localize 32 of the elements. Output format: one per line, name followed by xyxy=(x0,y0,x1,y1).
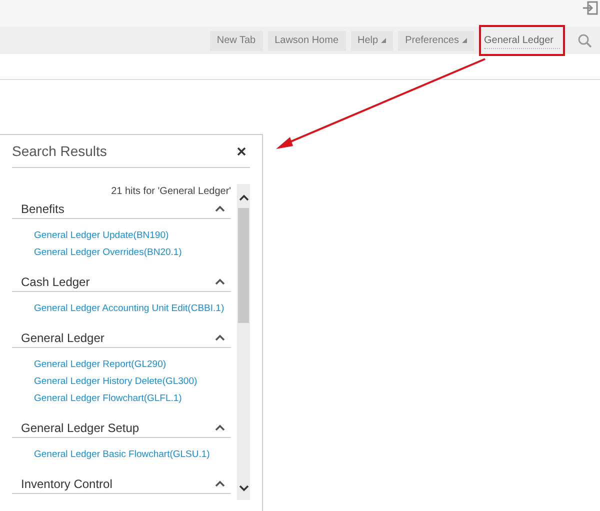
panel-title: Search Results xyxy=(12,142,107,160)
collapse-icon[interactable] xyxy=(215,205,226,212)
collapse-icon[interactable] xyxy=(215,424,226,431)
scroll-thumb[interactable] xyxy=(238,208,250,323)
scroll-down-icon[interactable] xyxy=(238,485,249,492)
section-header[interactable]: Inventory Control xyxy=(12,474,232,494)
result-link[interactable]: General Ledger Update(BN190) xyxy=(34,228,169,243)
result-link[interactable]: General Ledger Report(GL290) xyxy=(34,357,166,372)
result-link[interactable]: General Ledger Basic Flowchart(GLSU.1) xyxy=(34,447,210,462)
dropdown-icon xyxy=(381,38,386,43)
result-link[interactable]: General Ledger Accounting Unit Edit(CBBI.1) xyxy=(34,301,224,316)
toolbar-button[interactable]: Lawson Home xyxy=(268,30,346,50)
search-field[interactable]: General Ledger xyxy=(479,25,565,56)
toolbar-button[interactable]: Preferences xyxy=(398,30,474,50)
result-link[interactable]: General Ledger Flowchart(GLFL.1) xyxy=(34,391,182,406)
collapse-icon[interactable] xyxy=(215,334,226,341)
collapse-icon[interactable] xyxy=(215,278,226,285)
close-icon[interactable] xyxy=(237,146,246,156)
hits-count: 21 hits for 'General Ledger' xyxy=(111,185,232,199)
toolbar-button[interactable]: Help xyxy=(350,30,394,50)
section-header[interactable]: General Ledger Setup xyxy=(12,418,232,438)
scroll-up-icon[interactable] xyxy=(238,194,249,201)
section-header[interactable]: Benefits xyxy=(12,199,232,219)
sign-out-icon[interactable] xyxy=(582,1,598,15)
toolbar-button[interactable]: New Tab xyxy=(210,30,263,50)
dropdown-icon xyxy=(462,38,467,43)
scrollbar[interactable] xyxy=(237,184,250,500)
collapse-icon[interactable] xyxy=(215,480,226,487)
section-header[interactable]: Cash Ledger xyxy=(12,272,232,292)
result-link[interactable]: General Ledger History Delete(GL300) xyxy=(34,374,198,389)
result-link[interactable]: General Ledger Overrides(BN20.1) xyxy=(34,245,182,260)
section-header[interactable]: General Ledger xyxy=(12,328,232,348)
